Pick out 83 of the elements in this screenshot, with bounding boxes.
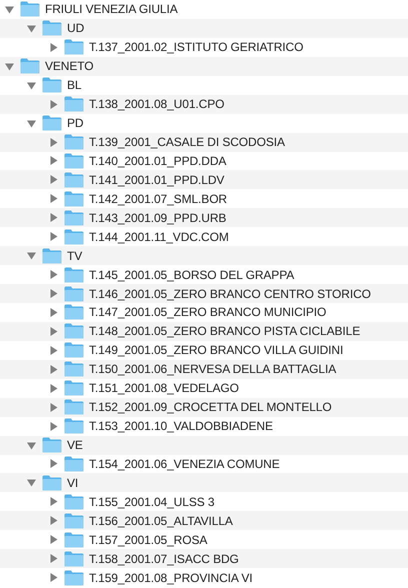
folder-icon	[64, 190, 84, 207]
folder-icon	[64, 456, 84, 472]
folder-icon	[64, 512, 84, 529]
folder-name[interactable]: VENETO	[45, 59, 94, 74]
folder-icon	[64, 342, 84, 358]
folder-icon	[64, 286, 84, 302]
folder-name[interactable]: T.145_2001.05_BORSO DEL GRAPPA	[89, 268, 294, 282]
expanded-triangle-icon[interactable]	[27, 478, 36, 488]
collapsed-triangle-icon[interactable]	[49, 554, 58, 564]
folder-icon	[42, 437, 62, 454]
folder-icon	[64, 418, 84, 434]
folder-name[interactable]: T.151_2001.08_VEDELAGO	[89, 381, 239, 396]
collapsed-triangle-icon[interactable]	[49, 100, 58, 109]
folder-icon	[42, 474, 62, 491]
folder-icon	[64, 39, 84, 56]
folder-icon	[64, 152, 84, 169]
folder-icon	[64, 210, 84, 226]
folder-icon	[42, 248, 62, 264]
collapsed-triangle-icon[interactable]	[49, 194, 58, 204]
collapsed-triangle-icon[interactable]	[49, 308, 58, 317]
collapsed-triangle-icon[interactable]	[49, 402, 58, 412]
folder-name[interactable]: T.159_2001.08_PROVINCIA VI	[89, 570, 253, 585]
folder-name[interactable]: T.154_2001.06_VENEZIA COMUNE	[89, 456, 280, 471]
folder-icon	[20, 1, 40, 18]
folder-icon	[64, 532, 84, 548]
collapsed-triangle-icon[interactable]	[49, 459, 58, 468]
folder-icon	[64, 228, 84, 245]
collapsed-triangle-icon[interactable]	[49, 175, 58, 184]
folder-icon	[64, 399, 84, 416]
folder-name[interactable]: T.155_2001.04_ULSS 3	[89, 494, 214, 509]
folder-name[interactable]: T.137_2001.02_ISTITUTO GERIATRICO	[89, 40, 304, 54]
folder-icon	[64, 570, 84, 586]
folder-name[interactable]: BL	[67, 78, 82, 92]
expanded-triangle-icon[interactable]	[27, 440, 36, 450]
collapsed-triangle-icon[interactable]	[49, 497, 58, 506]
collapsed-triangle-icon[interactable]	[49, 289, 58, 298]
collapsed-triangle-icon[interactable]	[49, 384, 58, 393]
expanded-triangle-icon[interactable]	[27, 118, 36, 128]
folder-name[interactable]: VI	[67, 476, 78, 490]
collapsed-triangle-icon[interactable]	[49, 270, 58, 280]
folder-name[interactable]: T.140_2001.01_PPD.DDA	[89, 154, 226, 168]
folder-icon	[64, 304, 84, 320]
expanded-triangle-icon[interactable]	[5, 4, 14, 14]
folder-name[interactable]: T.147_2001.05_ZERO BRANCO MUNICIPIO	[89, 305, 326, 320]
collapsed-triangle-icon[interactable]	[49, 213, 58, 222]
folder-icon	[20, 58, 40, 74]
expanded-triangle-icon[interactable]	[27, 80, 36, 90]
folder-icon	[64, 494, 84, 510]
folder-name[interactable]: T.157_2001.05_ROSA	[89, 532, 208, 547]
collapsed-triangle-icon[interactable]	[49, 138, 58, 147]
folder-icon	[64, 323, 84, 340]
folder-name[interactable]: T.149_2001.05_ZERO BRANCO VILLA GUIDINI	[89, 343, 344, 358]
folder-name[interactable]: VE	[67, 438, 83, 452]
folder-name[interactable]: FRIULI VENEZIA GIULIA	[45, 2, 178, 16]
collapsed-triangle-icon[interactable]	[49, 516, 58, 526]
folder-name[interactable]: TV	[67, 248, 82, 263]
folder-name[interactable]: T.144_2001.11_VDC.COM	[89, 230, 229, 244]
folder-icon	[42, 115, 62, 132]
folder-icon	[64, 96, 84, 112]
folder-name[interactable]: PD	[67, 116, 84, 130]
folder-icon	[64, 380, 84, 396]
expanded-triangle-icon[interactable]	[27, 251, 36, 260]
folder-name[interactable]: T.153_2001.10_VALDOBBIADENE	[89, 419, 273, 434]
expanded-triangle-icon[interactable]	[27, 24, 36, 33]
collapsed-triangle-icon[interactable]	[49, 42, 58, 52]
folder-name[interactable]: UD	[67, 21, 84, 36]
folder-icon	[64, 266, 84, 283]
collapsed-triangle-icon[interactable]	[49, 364, 58, 374]
folder-icon	[42, 20, 62, 36]
folder-name[interactable]: T.142_2001.07_SML.BOR	[89, 192, 227, 206]
collapsed-triangle-icon[interactable]	[49, 422, 58, 431]
folder-icon	[64, 550, 84, 567]
collapsed-triangle-icon[interactable]	[49, 573, 58, 582]
folder-icon	[42, 77, 62, 94]
collapsed-triangle-icon[interactable]	[49, 156, 58, 166]
folder-icon	[64, 361, 84, 378]
collapsed-triangle-icon[interactable]	[49, 535, 58, 544]
expanded-triangle-icon[interactable]	[5, 62, 14, 71]
collapsed-triangle-icon[interactable]	[49, 232, 58, 242]
collapsed-triangle-icon[interactable]	[49, 326, 58, 336]
folder-icon	[64, 172, 84, 188]
collapsed-triangle-icon[interactable]	[49, 346, 58, 355]
folder-icon	[64, 134, 84, 150]
